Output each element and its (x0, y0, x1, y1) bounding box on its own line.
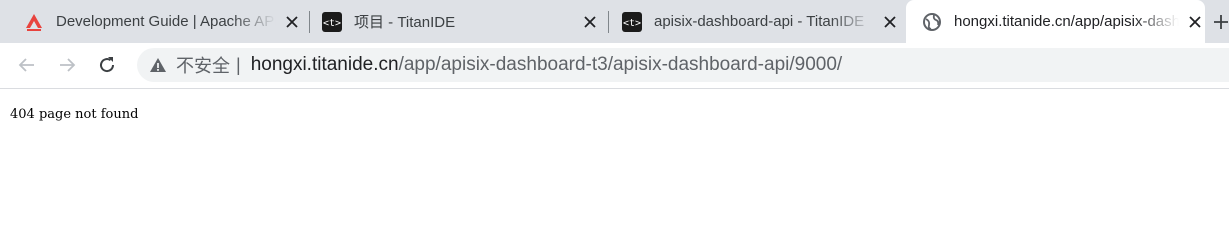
tab-active-hongxi[interactable]: hongxi.titanide.cn/app/apisix-dashboard-… (906, 0, 1205, 43)
tab-apisix-dev-guide[interactable]: Development Guide | Apache APISIX (24, 0, 302, 43)
close-tab-icon[interactable] (1185, 12, 1205, 32)
forward-arrow-icon (60, 58, 76, 72)
reload-button[interactable] (93, 51, 121, 79)
close-tab-icon[interactable] (282, 12, 302, 32)
svg-text:<t>: <t> (323, 18, 341, 29)
security-status-label[interactable]: 不安全 (176, 52, 230, 78)
tab-separator (309, 11, 310, 33)
forward-button[interactable] (53, 51, 81, 79)
back-arrow-icon (18, 58, 34, 72)
tab-separator (608, 11, 609, 33)
svg-text:<t>: <t> (623, 18, 641, 29)
titanide-icon: <t> (622, 11, 642, 32)
close-tab-icon[interactable] (580, 12, 600, 32)
url-host: hongxi.titanide.cn (250, 54, 399, 75)
browser-toolbar: 不安全 | hongxi.titanide.cn/app/apisix-dash… (0, 43, 1229, 89)
tab-apisix-dashboard-api[interactable]: <t> apisix-dashboard-api - TitanIDE (622, 0, 900, 43)
address-bar[interactable]: 不安全 | hongxi.titanide.cn/app/apisix-dash… (137, 48, 1229, 82)
back-button[interactable] (13, 51, 41, 79)
tab-title: hongxi.titanide.cn/app/apisix-dashboard-… (954, 13, 1179, 30)
omnibox-divider: | (236, 54, 241, 75)
tab-titanide-project[interactable]: <t> 项目 - TitanIDE (322, 0, 600, 43)
reload-icon (100, 57, 115, 73)
warning-triangle-icon[interactable] (149, 56, 167, 74)
tab-title: apisix-dashboard-api - TitanIDE (654, 13, 865, 30)
new-tab-icon[interactable] (1213, 12, 1229, 32)
url-text[interactable]: hongxi.titanide.cn/app/apisix-dashboard-… (251, 54, 843, 76)
titanide-icon: <t> (322, 11, 342, 32)
url-path: /app/apisix-dashboard-t3/apisix-dashboar… (398, 54, 843, 75)
page-content: 404 page not found (0, 89, 1229, 249)
close-tab-icon[interactable] (880, 12, 900, 32)
tab-title: 项目 - TitanIDE (354, 14, 456, 31)
globe-icon (922, 12, 942, 32)
apisix-logo-icon (24, 12, 44, 32)
tab-title: Development Guide | Apache APISIX (56, 13, 276, 30)
error-message: 404 page not found (10, 107, 139, 122)
tab-strip: Development Guide | Apache APISIX <t> 项目… (0, 0, 1229, 43)
